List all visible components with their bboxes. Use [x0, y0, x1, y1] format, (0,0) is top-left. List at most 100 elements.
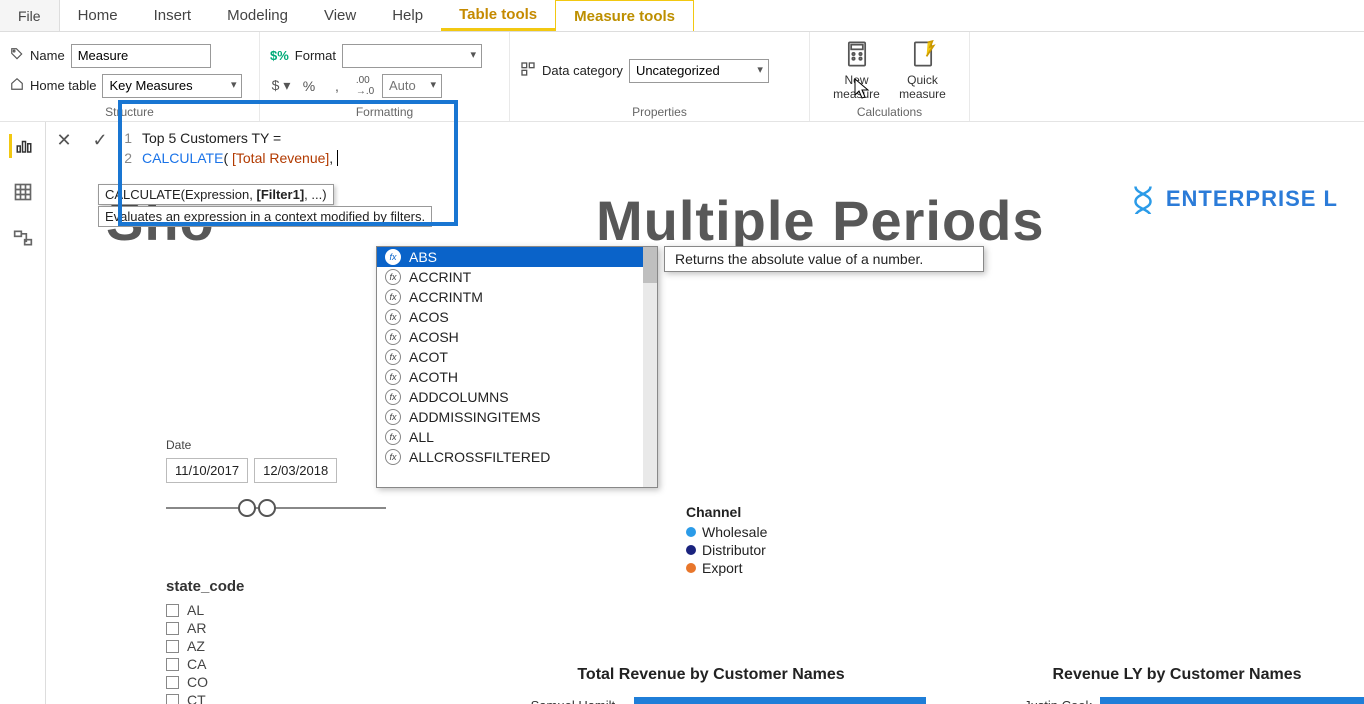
data-category-label: Data category: [542, 63, 623, 78]
new-measure-button[interactable]: New measure: [827, 36, 887, 105]
quick-measure-button[interactable]: Quick measure: [893, 36, 953, 105]
legend-dot-icon: [686, 527, 696, 537]
date-range-slider[interactable]: [166, 495, 386, 521]
format-label: Format: [295, 48, 336, 63]
calculator-icon: [843, 40, 871, 71]
autocomplete-item[interactable]: fxACCRINTM: [377, 287, 657, 307]
logo: ENTERPRISE L: [1128, 184, 1338, 214]
autocomplete-item[interactable]: fxALLCROSSFILTERED: [377, 447, 657, 467]
chart-revenue-ly[interactable]: Revenue LY by Customer Names Justin Cook…: [962, 666, 1364, 704]
autocomplete-item[interactable]: fxADDCOLUMNS: [377, 387, 657, 407]
menu-view[interactable]: View: [306, 0, 374, 31]
view-rail: [0, 122, 46, 704]
ribbon-group-properties: Data category Properties: [510, 32, 810, 121]
checkbox-icon[interactable]: [166, 676, 179, 689]
state-slicer-item[interactable]: AR: [166, 619, 366, 637]
new-measure-label: New measure: [827, 73, 887, 101]
quick-calc-icon: [909, 40, 937, 71]
autocomplete-item[interactable]: fxACOTH: [377, 367, 657, 387]
fx-icon: fx: [385, 429, 401, 445]
autocomplete-item[interactable]: fxACCRINT: [377, 267, 657, 287]
currency-button[interactable]: $ ▾: [270, 75, 292, 97]
checkbox-icon[interactable]: [166, 658, 179, 671]
properties-group-label: Properties: [520, 105, 799, 119]
fx-icon: fx: [385, 449, 401, 465]
autocomplete-item[interactable]: fxABS: [377, 247, 657, 267]
autocomplete-item[interactable]: fxALL: [377, 427, 657, 447]
report-title-right: Multiple Periods: [596, 188, 1045, 253]
structure-group-label: Structure: [10, 105, 249, 119]
legend-dot-icon: [686, 563, 696, 573]
state-slicer[interactable]: state_code ALARAZCACOCTDCDEFLGAHIIAID: [166, 578, 366, 704]
formula-line-1: Top 5 Customers TY =: [142, 128, 281, 148]
state-slicer-item[interactable]: AZ: [166, 637, 366, 655]
date-slicer[interactable]: Date 11/10/2017 12/03/2018: [166, 438, 386, 521]
autocomplete-panel: fxABSfxACCRINTfxACCRINTMfxACOSfxACOSHfxA…: [376, 246, 658, 488]
chart-bar-row: Samuel Hamilt...: [506, 696, 926, 704]
chart2-title: Revenue LY by Customer Names: [962, 666, 1364, 684]
fx-icon: fx: [385, 289, 401, 305]
formula-signature-hint: CALCULATE(Expression, [Filter1], ...): [98, 184, 334, 205]
name-label: Name: [30, 48, 65, 63]
ribbon-group-structure: Name Home table Structure: [0, 32, 260, 121]
dna-icon: [1128, 184, 1158, 214]
state-slicer-item[interactable]: CT: [166, 691, 366, 704]
home-table-label: Home table: [30, 78, 96, 93]
quick-measure-label: Quick measure: [893, 73, 953, 101]
model-view-button[interactable]: [11, 226, 35, 250]
menu-measure-tools[interactable]: Measure tools: [555, 0, 694, 31]
checkbox-icon[interactable]: [166, 604, 179, 617]
menu-modeling[interactable]: Modeling: [209, 0, 306, 31]
format-select[interactable]: [342, 44, 482, 68]
date-slicer-title: Date: [166, 438, 386, 452]
state-slicer-title: state_code: [166, 578, 366, 595]
ribbon: Name Home table Structure $% Format $ ▾ …: [0, 32, 1364, 122]
date-from-input[interactable]: 11/10/2017: [166, 458, 248, 483]
chart1-title: Total Revenue by Customer Names: [496, 666, 926, 684]
formula-cancel-button[interactable]: ✕: [46, 122, 82, 158]
range-thumb-to[interactable]: [258, 499, 276, 517]
autocomplete-item[interactable]: fxACOT: [377, 347, 657, 367]
menu-bar: File Home Insert Modeling View Help Tabl…: [0, 0, 1364, 32]
home-table-select[interactable]: [102, 74, 242, 98]
category-icon: [520, 61, 536, 80]
checkbox-icon[interactable]: [166, 622, 179, 635]
autocomplete-item[interactable]: fxACOSH: [377, 327, 657, 347]
chart-bar-row: Justin Cook: [972, 696, 1364, 704]
state-slicer-item[interactable]: CO: [166, 673, 366, 691]
tag-icon: [10, 47, 24, 64]
data-view-button[interactable]: [11, 180, 35, 204]
state-slicer-item[interactable]: CA: [166, 655, 366, 673]
report-canvas: Sho Multiple Periods ENTERPRISE L Date 1…: [46, 160, 1364, 704]
decrease-decimals-button[interactable]: .00→.0: [354, 75, 376, 97]
autocomplete-scrollbar[interactable]: [643, 247, 657, 487]
ribbon-group-formatting: $% Format $ ▾ % , .00→.0 Formatting: [260, 32, 510, 121]
format-icon: $%: [270, 48, 289, 63]
legend-item[interactable]: Export: [686, 560, 767, 576]
decimal-places-input[interactable]: [382, 74, 442, 98]
menu-insert[interactable]: Insert: [136, 0, 210, 31]
state-slicer-item[interactable]: AL: [166, 601, 366, 619]
autocomplete-item[interactable]: fxACOS: [377, 307, 657, 327]
menu-help[interactable]: Help: [374, 0, 441, 31]
checkbox-icon[interactable]: [166, 640, 179, 653]
menu-table-tools[interactable]: Table tools: [441, 0, 555, 31]
menu-file[interactable]: File: [0, 0, 60, 31]
formula-commit-button[interactable]: ✓: [82, 122, 118, 158]
date-to-input[interactable]: 12/03/2018: [254, 458, 337, 483]
thousands-button[interactable]: ,: [326, 75, 348, 97]
checkbox-icon[interactable]: [166, 694, 179, 704]
fx-icon: fx: [385, 409, 401, 425]
chart-total-revenue[interactable]: Total Revenue by Customer Names Samuel H…: [496, 666, 926, 704]
data-category-select[interactable]: [629, 59, 769, 83]
percent-button[interactable]: %: [298, 75, 320, 97]
autocomplete-item[interactable]: fxADDMISSINGITEMS: [377, 407, 657, 427]
legend-item[interactable]: Distributor: [686, 542, 767, 558]
report-view-button[interactable]: [9, 134, 33, 158]
fx-icon: fx: [385, 369, 401, 385]
measure-name-input[interactable]: [71, 44, 211, 68]
menu-home[interactable]: Home: [60, 0, 136, 31]
legend-item[interactable]: Wholesale: [686, 524, 767, 540]
bar-label: Samuel Hamilt...: [506, 698, 626, 704]
range-thumb-from[interactable]: [238, 499, 256, 517]
